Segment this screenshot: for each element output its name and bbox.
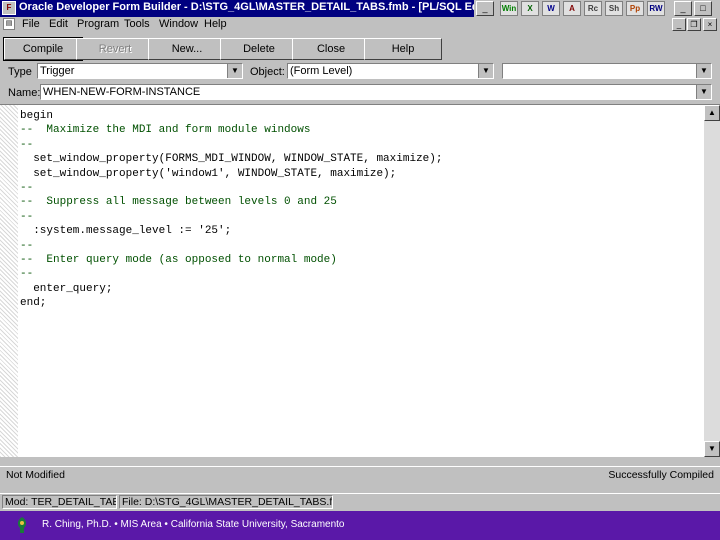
revert-button[interactable]: Revert xyxy=(76,38,154,60)
code-comment-line[interactable]: -- xyxy=(20,181,442,195)
menu-bar: ▤ File Edit Program Tools Window Help _ … xyxy=(0,17,720,32)
module-status: Mod: TER_DETAIL_TABS xyxy=(2,495,117,509)
compile-button[interactable]: Compile xyxy=(3,37,83,61)
tray-icon-8[interactable]: RW xyxy=(647,1,665,16)
menu-program[interactable]: Program xyxy=(77,18,119,30)
close-button[interactable]: Close xyxy=(292,38,370,60)
tray-icon-1[interactable]: Win xyxy=(500,1,518,16)
access-icon[interactable]: A xyxy=(563,1,581,16)
code-line[interactable]: set_window_property(FORMS_MDI_WINDOW, WI… xyxy=(20,152,442,166)
code-line[interactable]: :system.message_level := '25'; xyxy=(20,224,442,238)
code-line[interactable]: enter_query; xyxy=(20,282,442,296)
name-select[interactable]: WHEN-NEW-FORM-INSTANCE ▼ xyxy=(40,84,712,100)
powerpoint-icon[interactable]: Pp xyxy=(626,1,644,16)
code-comment-line[interactable]: -- xyxy=(20,210,442,224)
code-line[interactable]: end; xyxy=(20,296,442,310)
minimize-button[interactable]: _ xyxy=(476,1,494,16)
name-value: WHEN-NEW-FORM-INSTANCE xyxy=(43,86,201,98)
object-detail-select[interactable]: ▼ xyxy=(502,63,712,79)
doc-minimize-button[interactable]: _ xyxy=(672,18,686,31)
status-bar: Not Modified Successfully Compiled xyxy=(0,466,720,482)
code-editor[interactable]: begin -- Maximize the MDI and form module… xyxy=(0,104,720,457)
code-comment-line[interactable]: -- xyxy=(20,138,442,152)
slide-footer: R. Ching, Ph.D. • MIS Area • California … xyxy=(0,511,720,540)
type-value: Trigger xyxy=(40,65,75,77)
scroll-down-icon[interactable]: ▼ xyxy=(704,441,720,457)
chevron-down-icon[interactable]: ▼ xyxy=(696,85,711,99)
window-title: Oracle Developer Form Builder - D:\STG_4… xyxy=(19,1,501,13)
oracle-app-icon[interactable]: F xyxy=(2,1,16,15)
modified-status: Not Modified xyxy=(6,469,65,481)
code-comment-line[interactable]: -- Maximize the MDI and form module wind… xyxy=(20,123,442,137)
doc-close-button[interactable]: × xyxy=(703,18,717,31)
menu-help[interactable]: Help xyxy=(204,18,227,30)
new-button[interactable]: New... xyxy=(148,38,226,60)
menu-tools[interactable]: Tools xyxy=(124,18,150,30)
chevron-down-icon[interactable]: ▼ xyxy=(696,64,711,78)
object-label: Object: xyxy=(250,66,285,78)
code-line[interactable]: begin xyxy=(20,109,442,123)
menu-file[interactable]: File xyxy=(22,18,40,30)
file-status: File: D:\STG_4GL\MASTER_DETAIL_TABS.fmb xyxy=(119,495,333,509)
taskbar-tray: _ Win X W A Rc Sh Pp RW _ □ xyxy=(474,0,720,17)
excel-icon[interactable]: X xyxy=(521,1,539,16)
footer-credit: R. Ching, Ph.D. • MIS Area • California … xyxy=(42,519,345,530)
chevron-down-icon[interactable]: ▼ xyxy=(478,64,493,78)
editor-gutter xyxy=(0,105,18,457)
delete-button[interactable]: Delete xyxy=(220,38,298,60)
type-select[interactable]: Trigger ▼ xyxy=(37,63,243,79)
word-icon[interactable]: W xyxy=(542,1,560,16)
type-label: Type xyxy=(8,66,32,78)
window-minimize-button[interactable]: _ xyxy=(674,1,692,16)
window-maximize-button[interactable]: □ xyxy=(694,1,712,16)
code-comment-line[interactable]: -- xyxy=(20,267,442,281)
university-logo-icon xyxy=(17,517,27,533)
tray-icon-6[interactable]: Sh xyxy=(605,1,623,16)
menu-edit[interactable]: Edit xyxy=(49,18,68,30)
module-status-bar: Mod: TER_DETAIL_TABS File: D:\STG_4GL\MA… xyxy=(0,493,720,509)
code-comment-line[interactable]: -- Enter query mode (as opposed to norma… xyxy=(20,253,442,267)
chevron-down-icon[interactable]: ▼ xyxy=(227,64,242,78)
object-select[interactable]: (Form Level) ▼ xyxy=(287,63,494,79)
object-value: (Form Level) xyxy=(290,65,353,77)
document-icon[interactable]: ▤ xyxy=(3,18,15,30)
doc-restore-button[interactable]: ❐ xyxy=(687,18,701,31)
title-bar: F Oracle Developer Form Builder - D:\STG… xyxy=(0,0,720,17)
code-line[interactable]: set_window_property('window1', WINDOW_ST… xyxy=(20,167,442,181)
scroll-up-icon[interactable]: ▲ xyxy=(704,105,720,121)
code-comment-line[interactable]: -- xyxy=(20,239,442,253)
menu-window[interactable]: Window xyxy=(159,18,198,30)
code-comment-line[interactable]: -- Suppress all message between levels 0… xyxy=(20,195,442,209)
compile-status: Successfully Compiled xyxy=(608,469,714,481)
tray-icon-5[interactable]: Rc xyxy=(584,1,602,16)
help-button[interactable]: Help xyxy=(364,38,442,60)
code-area[interactable]: begin -- Maximize the MDI and form module… xyxy=(20,109,442,310)
name-label: Name: xyxy=(8,87,41,99)
vertical-scrollbar[interactable]: ▲ ▼ xyxy=(704,105,720,457)
